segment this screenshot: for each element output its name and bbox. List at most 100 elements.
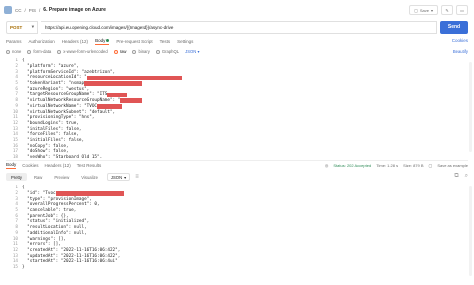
radio-graphql[interactable]: GraphQL xyxy=(155,49,179,54)
visualize-button[interactable]: Visualize xyxy=(76,173,103,181)
save-as-example[interactable]: Save as example xyxy=(437,163,468,168)
code-text: "startedAt": "2022-11-16T16:06:4ui" xyxy=(22,259,118,265)
breadcrumb-collection[interactable]: CC xyxy=(15,8,22,13)
tab-params[interactable]: Params xyxy=(6,39,22,44)
line-number: 18 xyxy=(12,155,18,158)
globe-icon: ◎ xyxy=(324,163,329,168)
line-number: 2 xyxy=(15,191,18,197)
comment-icon: ▭ xyxy=(460,7,464,13)
tab-settings[interactable]: Settings xyxy=(177,39,193,44)
redaction-mark xyxy=(97,104,123,109)
tab-body[interactable]: Body xyxy=(95,38,110,45)
code-text: "platformServiceId": "azebtrizon", xyxy=(22,69,116,75)
line-number: 5 xyxy=(15,208,18,214)
preview-button[interactable]: Preview xyxy=(49,173,74,181)
code-text: "platform": "azure", xyxy=(22,64,79,70)
line-number: 13 xyxy=(12,126,18,132)
radio-urlencoded[interactable]: x-www-form-urlencoded xyxy=(57,49,108,54)
tab-pre-request-script[interactable]: Pre-request Script xyxy=(116,39,152,44)
radio-circle-icon xyxy=(155,49,160,54)
chevron-down-icon: ▾ xyxy=(430,7,433,13)
code-text: "boundLogins": true, xyxy=(22,120,79,126)
radio-raw[interactable]: raw xyxy=(113,49,126,54)
request-editor-scrollbar[interactable] xyxy=(469,62,472,152)
tab-response-headers[interactable]: Headers (12) xyxy=(45,163,71,168)
raw-format-select[interactable]: JSON ▾ xyxy=(185,49,199,54)
radio-none[interactable]: none xyxy=(6,49,21,54)
code-text: "cancelable": true, xyxy=(22,208,77,214)
code-text: "targetResourceGroupName": "ITS xyxy=(22,92,108,98)
radio-form-data[interactable]: form-data xyxy=(27,49,51,54)
redaction-mark xyxy=(107,92,128,98)
line-number: 2 xyxy=(15,64,18,70)
breadcrumb-separator: / xyxy=(24,7,26,13)
radio-circle-icon xyxy=(57,49,62,54)
chevron-down-icon: ▾ xyxy=(124,174,127,180)
breadcrumb-separator: / xyxy=(39,7,41,13)
save-button[interactable]: ▢ Save ▾ xyxy=(409,5,438,15)
tab-authorization[interactable]: Authorization xyxy=(29,39,55,44)
request-title[interactable]: 6. Prepare image on Azure xyxy=(43,7,106,13)
code-text: "resultLocation": null, xyxy=(22,225,87,231)
code-text: "initalFiles": false, xyxy=(22,126,82,132)
line-number: 11 xyxy=(12,242,18,248)
line-number: 14 xyxy=(12,259,18,265)
beautify-link[interactable]: Beautify xyxy=(453,49,468,54)
line-number: 8 xyxy=(15,98,18,104)
redaction-mark xyxy=(86,75,182,81)
line-number: 1 xyxy=(15,185,18,191)
code-text: "status": "initialized", xyxy=(22,219,90,225)
method-select[interactable]: POST ▾ xyxy=(6,20,38,34)
pencil-icon: ✎ xyxy=(445,7,449,13)
code-line: 15} xyxy=(6,265,468,271)
response-format-row: Pretty Raw Preview Visualize JSON ▾ ≡ ⧉ … xyxy=(6,172,468,182)
response-format-select[interactable]: JSON ▾ xyxy=(106,173,131,181)
response-viewer-scrollbar[interactable] xyxy=(469,186,472,276)
line-number: 12 xyxy=(12,247,18,253)
redaction-mark xyxy=(120,98,143,103)
code-text: "updatedAt": "2022-11-16T16:06:422", xyxy=(22,253,121,259)
line-number: 6 xyxy=(15,213,18,219)
code-text: "yesWho": "Starboard Old 15", xyxy=(22,155,103,158)
response-size[interactable]: Size: 879 B xyxy=(403,163,423,168)
code-text: "resourceLocationId": " xyxy=(22,75,87,81)
copy-icon[interactable]: ⧉ xyxy=(454,173,458,180)
tab-response-cookies[interactable]: Cookies xyxy=(22,163,38,168)
tab-tests[interactable]: Tests xyxy=(160,39,171,44)
line-number: 17 xyxy=(12,149,18,155)
radio-circle-icon xyxy=(132,49,137,54)
code-text: "virtualNetworkSubnet": "default", xyxy=(22,109,116,115)
line-number: 10 xyxy=(12,236,18,242)
tab-response-body[interactable]: Body xyxy=(6,162,17,169)
edit-button[interactable]: ✎ xyxy=(441,5,453,15)
line-number: 12 xyxy=(12,120,18,126)
line-number: 14 xyxy=(12,132,18,138)
save-icon: ▢ xyxy=(414,7,418,13)
body-type-row: none form-data x-www-form-urlencoded raw… xyxy=(6,47,468,56)
request-tabs: Params Authorization Headers (12) Body P… xyxy=(6,37,468,46)
pretty-button[interactable]: Pretty xyxy=(6,173,27,181)
chevron-down-icon: ▾ xyxy=(31,24,34,29)
send-button[interactable]: Send xyxy=(440,20,468,34)
radio-selected-icon xyxy=(113,49,118,54)
comments-button[interactable]: ▭ xyxy=(456,5,468,15)
code-text: "initialFiles": false, xyxy=(22,137,85,143)
search-icon[interactable]: ⌕ xyxy=(465,173,468,180)
modified-dot-icon xyxy=(106,39,110,43)
url-input[interactable]: https://api.eu.opening.cloud.com/images/… xyxy=(41,20,437,34)
response-time[interactable]: Time: 1.28 s xyxy=(376,163,398,168)
radio-binary[interactable]: binary xyxy=(132,49,150,54)
request-body-editor[interactable]: 1 {2 "platform": "azure", 3 "platformServi… xyxy=(6,58,468,158)
line-number: 6 xyxy=(15,86,18,92)
code-text: } xyxy=(22,264,25,270)
raw-button[interactable]: Raw xyxy=(29,173,47,181)
tab-headers[interactable]: Headers (12) xyxy=(62,39,88,44)
tab-test-results[interactable]: Test Results xyxy=(77,163,102,168)
cookies-link[interactable]: Cookies xyxy=(452,38,468,43)
redaction-mark xyxy=(55,191,124,196)
wrap-lines-icon[interactable]: ≡ xyxy=(135,174,139,180)
code-text: "provisioningType": "hns", xyxy=(22,115,95,121)
response-body-viewer[interactable]: 1 {2 "id": "Tvoc 3 "type": "provisionImage… xyxy=(6,185,468,280)
breadcrumb-folder[interactable]: PIS xyxy=(29,8,36,13)
status-code[interactable]: Status: 202 Accepted xyxy=(333,163,371,168)
